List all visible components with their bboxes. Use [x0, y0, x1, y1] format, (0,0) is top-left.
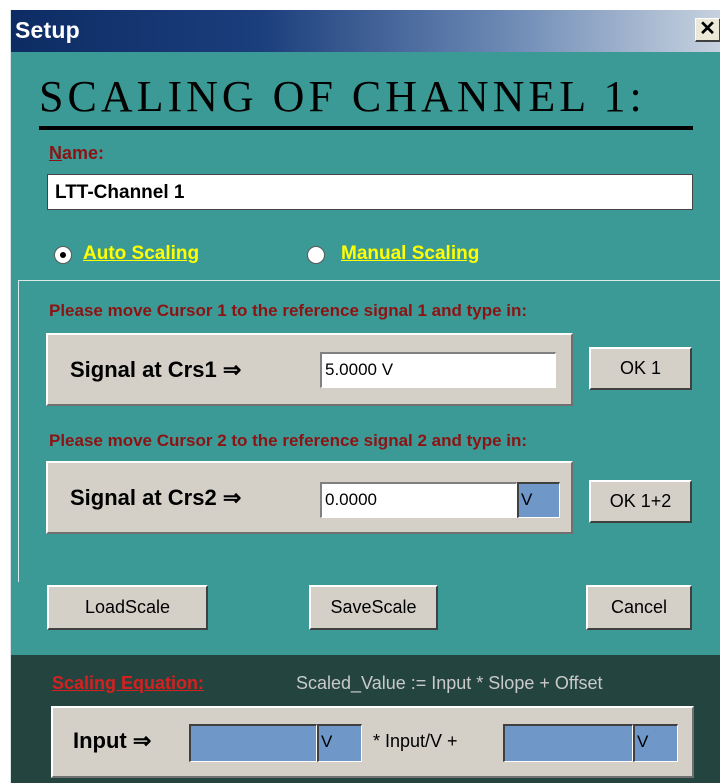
slope-unit-field[interactable]: V	[317, 724, 362, 762]
offset-input[interactable]	[503, 724, 633, 762]
equation-input-panel: Input ⇒ V * Input/V + V	[51, 706, 694, 778]
cursor2-signal-input[interactable]: 0.0000	[320, 482, 517, 518]
name-label-rest: ame:	[62, 143, 105, 163]
auto-scaling-radio[interactable]	[54, 246, 72, 264]
cursor1-instruction: Please move Cursor 1 to the reference si…	[49, 301, 528, 320]
window-title: Setup	[15, 17, 80, 43]
manual-scaling-label[interactable]: Manual Scaling	[341, 243, 479, 265]
title-underline	[39, 126, 693, 130]
slope-input[interactable]	[189, 724, 317, 762]
cursor1-panel: Signal at Crs1 ⇒ 5.0000 V	[46, 333, 573, 406]
close-button[interactable]: ✕	[695, 18, 720, 42]
cursor1-signal-input[interactable]: 5.0000 V	[320, 352, 556, 388]
channel-name-input[interactable]: LTT-Channel 1	[47, 174, 693, 210]
name-label: Name:	[49, 143, 104, 164]
cursor2-unit-field[interactable]: V	[517, 482, 560, 518]
title-bar[interactable]: Setup ✕	[11, 10, 720, 52]
manual-scaling-radio[interactable]	[307, 246, 325, 264]
ok1-button[interactable]: OK 1	[589, 347, 692, 390]
cancel-button[interactable]: Cancel	[586, 585, 692, 630]
ok1-2-button[interactable]: OK 1+2	[589, 480, 692, 523]
cursor2-signal-label: Signal at Crs2 ⇒	[70, 485, 242, 510]
cursor2-panel: Signal at Crs2 ⇒ 0.0000 V	[46, 461, 573, 534]
scaling-equation-panel: Scaling Equation: Scaled_Value := Input …	[11, 655, 720, 783]
auto-scaling-label[interactable]: Auto Scaling	[83, 243, 199, 265]
close-icon: ✕	[699, 18, 716, 40]
equation-input-label: Input ⇒	[73, 728, 152, 753]
name-label-accel: N	[49, 143, 62, 163]
load-scale-button[interactable]: LoadScale	[47, 585, 208, 630]
scaling-equation-label: Scaling Equation:	[52, 673, 205, 693]
save-scale-button[interactable]: SaveScale	[309, 585, 438, 630]
setup-window: Setup ✕ Scaling of Channel 1: Name: LTT-…	[10, 10, 720, 783]
scaling-equation-text: Scaled_Value := Input * Slope + Offset	[296, 673, 603, 693]
page-title: Scaling of Channel 1:	[39, 72, 646, 121]
cursor2-instruction: Please move Cursor 2 to the reference si…	[49, 431, 528, 450]
equation-middle-text: * Input/V +	[373, 731, 458, 751]
cursor1-signal-label: Signal at Crs1 ⇒	[70, 357, 242, 382]
offset-unit-field[interactable]: V	[633, 724, 678, 762]
